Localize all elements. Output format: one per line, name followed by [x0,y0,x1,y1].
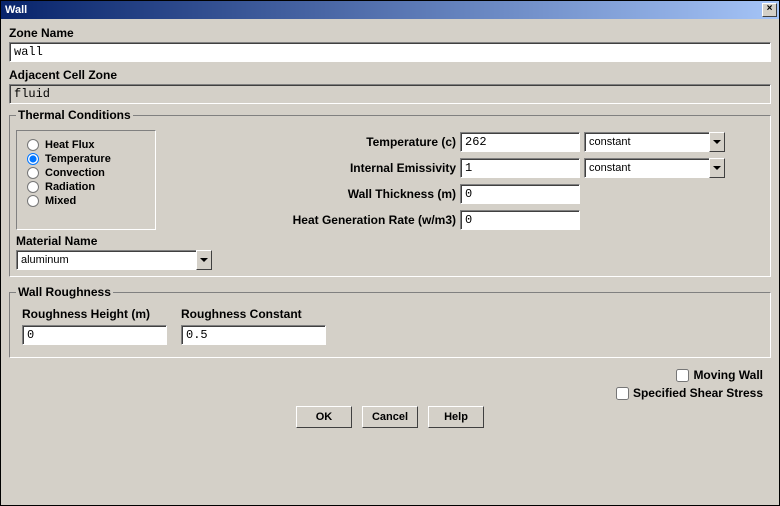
radio-mixed-label: Mixed [45,195,76,207]
rough-height-input[interactable] [22,325,167,345]
temperature-combo-text: constant [584,132,709,152]
client-area: Zone Name Adjacent Cell Zone fluid Therm… [1,19,779,505]
moving-wall-checkbox[interactable] [676,369,689,382]
wall-dialog: Wall × Zone Name Adjacent Cell Zone flui… [0,0,780,506]
radio-radiation[interactable]: Radiation [27,181,145,193]
shear-stress-checkbox[interactable] [616,387,629,400]
material-combo-text: aluminum [16,250,196,270]
hgr-input[interactable] [460,210,580,230]
radio-temperature[interactable]: Temperature [27,153,145,165]
thermal-radio-box: Heat Flux Temperature Convection Radiati… [16,130,156,230]
material-label: Material Name [16,234,764,248]
thickness-row: Wall Thickness (m) [166,184,764,204]
thickness-label: Wall Thickness (m) [166,187,456,201]
thermal-legend: Thermal Conditions [16,108,133,122]
zone-name-input[interactable] [9,42,771,62]
material-row: Material Name aluminum [16,234,764,270]
chevron-down-icon[interactable] [709,158,725,178]
window-title: Wall [5,4,27,16]
hgr-label: Heat Generation Rate (w/m3) [166,213,456,227]
rough-height-col: Roughness Height (m) [16,303,173,349]
moving-wall-check[interactable]: Moving Wall [676,368,763,382]
ok-button[interactable]: OK [296,406,352,428]
cancel-button[interactable]: Cancel [362,406,418,428]
radio-heat-flux[interactable]: Heat Flux [27,139,145,151]
button-row: OK Cancel Help [9,406,771,428]
moving-wall-label: Moving Wall [693,368,763,382]
thickness-input[interactable] [460,184,580,204]
emissivity-input[interactable] [460,158,580,178]
rough-const-input[interactable] [181,325,326,345]
radio-convection[interactable]: Convection [27,167,145,179]
temperature-label: Temperature (c) [166,135,456,149]
radio-heat-flux-input[interactable] [27,139,39,151]
shear-stress-check[interactable]: Specified Shear Stress [616,386,763,400]
thermal-params: Temperature (c) constant Internal Emissi… [166,130,764,230]
rough-const-col: Roughness Constant [175,303,332,349]
radio-convection-label: Convection [45,167,105,179]
shear-stress-label: Specified Shear Stress [633,386,763,400]
radio-radiation-label: Radiation [45,181,95,193]
emissivity-label: Internal Emissivity [166,161,456,175]
temperature-input[interactable] [460,132,580,152]
radio-radiation-input[interactable] [27,181,39,193]
radio-temperature-label: Temperature [45,153,111,165]
thermal-group: Thermal Conditions Heat Flux Temperature… [9,108,771,277]
help-button[interactable]: Help [428,406,484,428]
close-button[interactable]: × [762,3,777,17]
hgr-row: Heat Generation Rate (w/m3) [166,210,764,230]
emissivity-combo[interactable]: constant [584,158,725,178]
chevron-down-icon[interactable] [196,250,212,270]
adjacent-label: Adjacent Cell Zone [9,68,771,82]
temperature-row: Temperature (c) constant [166,132,764,152]
rough-height-label: Roughness Height (m) [22,307,150,321]
adjacent-value: fluid [9,84,771,104]
checks-area: Moving Wall Specified Shear Stress [9,368,763,400]
temperature-combo[interactable]: constant [584,132,725,152]
titlebar: Wall × [1,1,779,19]
material-combo[interactable]: aluminum [16,250,216,270]
chevron-down-icon[interactable] [709,132,725,152]
emissivity-combo-text: constant [584,158,709,178]
radio-temperature-input[interactable] [27,153,39,165]
zone-name-label: Zone Name [9,26,771,40]
radio-mixed-input[interactable] [27,195,39,207]
roughness-legend: Wall Roughness [16,285,113,299]
radio-mixed[interactable]: Mixed [27,195,145,207]
rough-const-label: Roughness Constant [181,307,302,321]
radio-heat-flux-label: Heat Flux [45,139,95,151]
roughness-group: Wall Roughness Roughness Height (m) Roug… [9,285,771,358]
radio-convection-input[interactable] [27,167,39,179]
emissivity-row: Internal Emissivity constant [166,158,764,178]
